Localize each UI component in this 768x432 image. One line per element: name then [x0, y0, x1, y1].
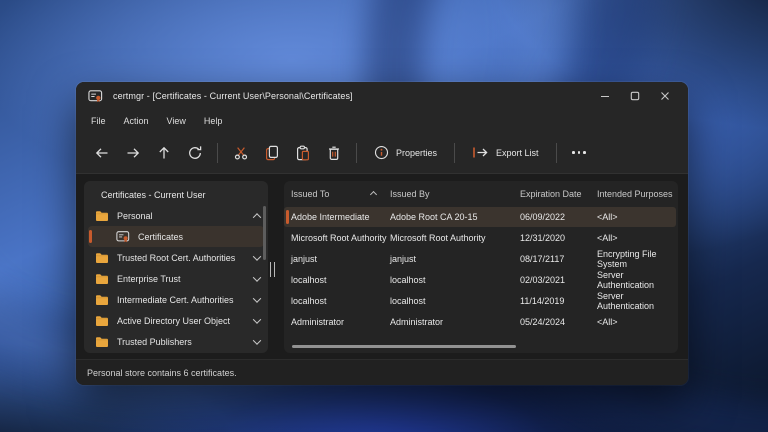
table-row[interactable]: localhost localhost 02/03/2021 Server Au… [284, 270, 678, 290]
delete-button[interactable] [318, 139, 349, 167]
column-header-issued-by[interactable]: Issued By [390, 189, 520, 199]
panel-splitter-handle[interactable] [270, 262, 275, 277]
export-list-label: Export List [496, 148, 539, 158]
certificate-app-icon [88, 89, 103, 103]
toolbar-separator [454, 143, 455, 163]
forward-button[interactable] [117, 139, 148, 167]
export-list-button[interactable]: Export List [462, 139, 549, 167]
back-button[interactable] [86, 139, 117, 167]
horizontal-scrollbar-thumb[interactable] [292, 345, 516, 348]
menu-view[interactable]: View [158, 113, 195, 129]
tree-item-trusted-publishers[interactable]: Trusted Publishers [84, 331, 268, 352]
content-area: Certificates - Current User Personal [76, 174, 688, 359]
window-controls [594, 87, 676, 105]
properties-label: Properties [396, 148, 437, 158]
tree-item-label: Personal [117, 211, 153, 221]
info-icon [374, 145, 389, 160]
cut-button[interactable] [225, 139, 256, 167]
chevron-down-icon[interactable] [253, 273, 261, 281]
list-header-row: Issued To Issued By Expiration Date Inte… [284, 181, 678, 207]
tree-item-label: Enterprise Trust [117, 274, 181, 284]
status-text: Personal store contains 6 certificates. [87, 368, 237, 378]
tree-item-label: Trusted Publishers [117, 337, 192, 347]
certificate-icon [116, 230, 130, 243]
tree-root-label: Certificates - Current User [101, 190, 206, 200]
column-header-expiration[interactable]: Expiration Date [520, 189, 597, 199]
tree-item-label: Active Directory User Object [117, 316, 230, 326]
titlebar: certmgr - [Certificates - Current User\P… [76, 82, 688, 109]
tree-item-intermediate[interactable]: Intermediate Cert. Authorities [84, 289, 268, 310]
certmgr-window: certmgr - [Certificates - Current User\P… [76, 82, 688, 385]
toolbar-separator [217, 143, 218, 163]
more-options-button[interactable] [564, 139, 595, 167]
tree-item-personal[interactable]: Personal [84, 205, 268, 226]
toolbar-separator [556, 143, 557, 163]
tree-root-current-user[interactable]: Certificates - Current User [84, 184, 268, 205]
tree-item-label: Certificates [138, 232, 183, 242]
folder-icon [95, 336, 109, 348]
close-button[interactable] [654, 87, 676, 105]
tree-item-trusted-root[interactable]: Trusted Root Cert. Authorities [84, 247, 268, 268]
ellipsis-icon [572, 151, 586, 154]
maximize-button[interactable] [624, 87, 646, 105]
column-header-issued-to[interactable]: Issued To [291, 189, 390, 199]
tree-item-label: Trusted Root Cert. Authorities [117, 253, 235, 263]
up-button[interactable] [148, 139, 179, 167]
chevron-down-icon[interactable] [253, 336, 261, 344]
tree-item-certificates-selected[interactable]: Certificates [88, 226, 264, 247]
menu-action[interactable]: Action [115, 113, 158, 129]
properties-button[interactable]: Properties [364, 139, 447, 167]
minimize-button[interactable] [594, 87, 616, 105]
statusbar: Personal store contains 6 certificates. [76, 359, 688, 385]
certificate-list-panel: Issued To Issued By Expiration Date Inte… [284, 181, 678, 353]
tree-item-label: Intermediate Cert. Authorities [117, 295, 234, 305]
table-row[interactable]: Administrator Administrator 05/24/2024 <… [284, 312, 678, 332]
refresh-button[interactable] [179, 139, 210, 167]
folder-icon [95, 273, 109, 285]
menu-help[interactable]: Help [195, 113, 232, 129]
copy-button[interactable] [256, 139, 287, 167]
table-row[interactable]: Adobe Intermediate Adobe Root CA 20-15 0… [284, 207, 676, 227]
tree-item-active-directory[interactable]: Active Directory User Object [84, 310, 268, 331]
table-row[interactable]: Microsoft Root Authority Microsoft Root … [284, 228, 678, 248]
chevron-up-icon[interactable] [253, 213, 261, 221]
sort-ascending-icon [370, 190, 377, 197]
export-icon [472, 145, 489, 160]
chevron-down-icon[interactable] [253, 294, 261, 302]
menu-file[interactable]: File [82, 113, 115, 129]
table-row[interactable]: janjust janjust 08/17/2117 Encrypting Fi… [284, 249, 678, 269]
folder-icon [95, 252, 109, 264]
folder-icon [95, 294, 109, 306]
folder-icon [95, 210, 109, 222]
column-header-purposes[interactable]: Intended Purposes [597, 189, 678, 199]
toolbar: Properties Export List [76, 132, 688, 174]
toolbar-separator [356, 143, 357, 163]
folder-icon [95, 315, 109, 327]
chevron-down-icon[interactable] [253, 252, 261, 260]
tree-scrollbar-thumb[interactable] [263, 206, 266, 260]
chevron-down-icon[interactable] [253, 315, 261, 323]
tree-item-enterprise-trust[interactable]: Enterprise Trust [84, 268, 268, 289]
table-row[interactable]: localhost localhost 11/14/2019 Server Au… [284, 291, 678, 311]
menubar: File Action View Help [76, 109, 688, 132]
window-title: certmgr - [Certificates - Current User\P… [113, 91, 353, 101]
certificate-tree-panel: Certificates - Current User Personal [84, 181, 268, 353]
paste-button[interactable] [287, 139, 318, 167]
